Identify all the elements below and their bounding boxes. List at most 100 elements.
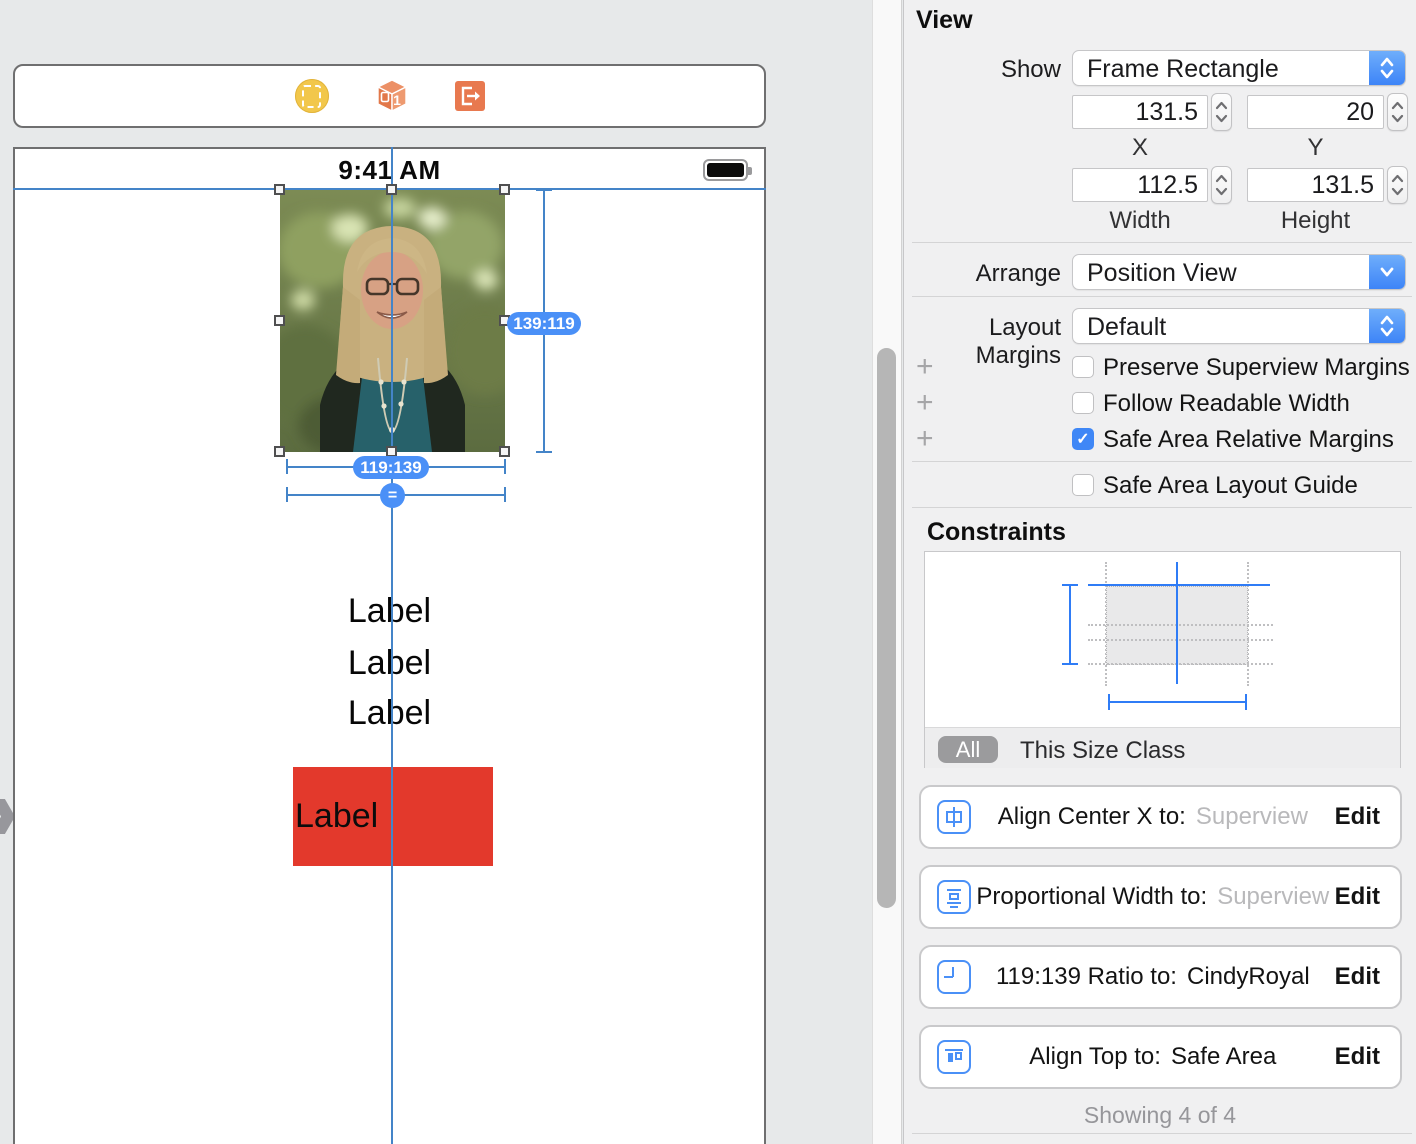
ui-label-2[interactable]: Label [13, 644, 766, 683]
scene-dock: 1 [13, 64, 766, 128]
divider [912, 507, 1412, 508]
view-controller-dashed-square [302, 85, 321, 108]
aspect-ratio-badge-horizontal[interactable]: 119:139 [353, 456, 429, 479]
add-variation-button[interactable]: + [916, 427, 934, 451]
selection-handle[interactable] [499, 184, 510, 195]
diagram-dotted-line [1088, 639, 1273, 641]
y-field[interactable]: 20 [1247, 95, 1384, 129]
size-inspector-panel: View Show Frame Rectangle 131.5 20 X Y 1… [903, 0, 1416, 1144]
constraint-target: Superview [1196, 803, 1308, 830]
height-stepper[interactable] [1387, 166, 1408, 204]
diagram-dotted-line [1088, 663, 1273, 665]
diagram-centerx-constraint [1176, 562, 1178, 684]
selection-handle[interactable] [274, 446, 285, 457]
add-variation-button[interactable]: + [916, 391, 934, 415]
constraint-row-align-center-x[interactable]: Align Center X to:Superview Edit [919, 785, 1402, 849]
constraint-row-aspect-ratio[interactable]: 119:139 Ratio to:CindyRoyal Edit [919, 945, 1402, 1009]
safe-area-relative-margins-checkbox[interactable]: ✓ [1072, 428, 1094, 450]
arrange-label: Arrange [904, 260, 1061, 288]
width-dimension-cap-left [286, 459, 288, 474]
x-axis-label: X [1072, 134, 1208, 162]
constraints-section-title: Constraints [927, 518, 1066, 547]
popup-down-icon [1369, 255, 1405, 289]
height-dimension-cap-bottom [536, 451, 552, 453]
equal-constraint-badge[interactable]: = [380, 483, 405, 508]
proportional-width-cap-left [286, 487, 288, 502]
edit-button[interactable]: Edit [1335, 963, 1380, 991]
stepper-arrows-icon [1212, 168, 1231, 202]
align-top-icon [937, 1040, 971, 1074]
diagram-height-cap [1062, 663, 1078, 665]
preserve-superview-margins-label: Preserve Superview Margins [1103, 356, 1410, 380]
safe-area-relative-margins-label: Safe Area Relative Margins [1103, 428, 1394, 452]
constraint-text: Proportional Width to: Superview [971, 883, 1335, 911]
layout-margins-popup[interactable]: Default [1072, 308, 1406, 344]
aspect-ratio-icon [937, 960, 971, 994]
red-view[interactable]: Label [293, 767, 493, 866]
stepper-arrows-icon [1388, 95, 1407, 129]
constraint-row-proportional-width[interactable]: Proportional Width to: Superview Edit [919, 865, 1402, 929]
width-axis-label: Width [1072, 207, 1208, 235]
safe-area-layout-guide-label: Safe Area Layout Guide [1103, 474, 1358, 498]
width-field[interactable]: 112.5 [1072, 168, 1208, 202]
selection-handle[interactable] [499, 446, 510, 457]
edit-button[interactable]: Edit [1335, 1043, 1380, 1071]
interface-builder-window: 1 9:41 AM [0, 0, 1416, 1144]
selection-handle[interactable] [274, 315, 285, 326]
add-variation-button[interactable]: + [916, 355, 934, 379]
divider [912, 296, 1412, 297]
safe-area-layout-guide-checkbox[interactable] [1072, 474, 1094, 496]
x-field[interactable]: 131.5 [1072, 95, 1208, 129]
selection-handle[interactable] [386, 184, 397, 195]
show-popup-value: Frame Rectangle [1087, 55, 1279, 84]
view-controller-icon[interactable] [295, 79, 329, 113]
preserve-superview-margins-checkbox[interactable] [1072, 356, 1094, 378]
x-stepper[interactable] [1211, 93, 1232, 131]
constraint-description: Align Top to: [1029, 1043, 1161, 1070]
edit-button[interactable]: Edit [1335, 803, 1380, 831]
first-responder-icon[interactable]: 1 [373, 77, 411, 115]
constraint-target: Safe Area [1171, 1043, 1276, 1070]
follow-readable-width-label: Follow Readable Width [1103, 392, 1350, 416]
show-label: Show [904, 56, 1061, 84]
divider [912, 1133, 1412, 1134]
selection-handle[interactable] [274, 184, 285, 195]
aspect-ratio-badge-vertical[interactable]: 139:119 [507, 312, 581, 335]
arrange-popup[interactable]: Position View [1072, 254, 1406, 290]
align-center-x-icon [937, 800, 971, 834]
size-class-all-segment[interactable]: All [938, 736, 998, 763]
follow-readable-width-checkbox[interactable] [1072, 392, 1094, 414]
red-view-label[interactable]: Label [295, 797, 378, 836]
inspector-section-title: View [916, 6, 973, 35]
size-class-bar: All This Size Class [925, 727, 1400, 768]
center-x-guide [391, 147, 393, 1144]
stepper-arrows-icon [1212, 95, 1231, 129]
diagram-width-cap [1245, 694, 1247, 710]
divider [912, 242, 1412, 243]
show-popup[interactable]: Frame Rectangle [1072, 50, 1406, 86]
constraint-text: 119:139 Ratio to:CindyRoyal [971, 963, 1335, 991]
height-field[interactable]: 131.5 [1247, 168, 1384, 202]
constraints-diagram: All This Size Class [924, 551, 1401, 768]
constraint-target: Superview [1217, 883, 1329, 910]
size-class-this-segment[interactable]: This Size Class [1020, 737, 1185, 765]
height-axis-label: Height [1247, 207, 1384, 235]
diagram-width-bar [1108, 701, 1247, 703]
ui-label-1[interactable]: Label [13, 592, 766, 631]
width-dimension-cap-right [504, 459, 506, 474]
battery-fill [707, 163, 744, 177]
diagram-height-cap [1062, 584, 1078, 586]
constraint-row-align-top[interactable]: Align Top to: Safe Area Edit [919, 1025, 1402, 1089]
exit-segue-icon[interactable] [455, 81, 485, 111]
diagram-top-constraint [1088, 584, 1270, 586]
constraint-description: Proportional Width to: [976, 883, 1207, 910]
ui-label-3[interactable]: Label [13, 694, 766, 733]
stepper-arrows-icon [1388, 168, 1407, 202]
diagram-width-cap [1108, 694, 1110, 710]
width-stepper[interactable] [1211, 166, 1232, 204]
canvas-scrollbar-thumb[interactable] [877, 348, 896, 908]
edit-button[interactable]: Edit [1335, 883, 1380, 911]
y-stepper[interactable] [1387, 93, 1408, 131]
popup-updown-icon [1369, 51, 1405, 85]
battery-nub [748, 167, 752, 175]
